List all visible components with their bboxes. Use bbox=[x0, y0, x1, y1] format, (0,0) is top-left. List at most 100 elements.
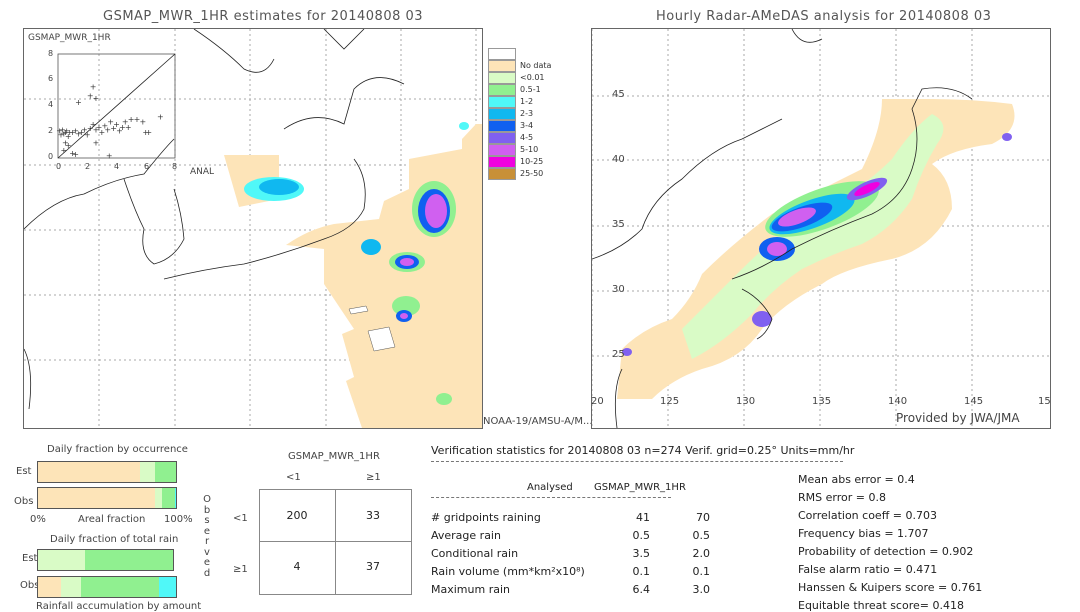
scatter-point: + bbox=[139, 118, 146, 127]
observed-letter: e bbox=[203, 557, 211, 568]
occurrence-obs-label: Obs bbox=[14, 496, 34, 507]
bar-segment bbox=[155, 488, 163, 508]
stat-label: # gridpoints raining bbox=[431, 511, 541, 524]
observed-letter: s bbox=[204, 515, 210, 526]
observed-letter: r bbox=[204, 536, 210, 547]
lat-tick: 35 bbox=[612, 219, 625, 230]
inset-x-tick: 8 bbox=[172, 162, 178, 171]
observed-letter: d bbox=[203, 567, 211, 579]
contingency-col-label: ≥1 bbox=[366, 472, 381, 483]
scatter-point: + bbox=[93, 138, 100, 147]
lon-tick: 145 bbox=[964, 396, 984, 407]
legend-label: 4-5 bbox=[520, 133, 534, 142]
bar-segment bbox=[162, 488, 175, 508]
stat-est: 2.0 bbox=[692, 547, 711, 560]
scatter-point: + bbox=[72, 150, 79, 159]
bar-segment bbox=[38, 550, 86, 570]
contingency-cell: 37 bbox=[366, 560, 380, 573]
legend-swatch bbox=[488, 60, 516, 72]
score-line: Correlation coeff = 0.703 bbox=[798, 509, 937, 522]
stat-label: Maximum rain bbox=[431, 583, 510, 596]
bar-segment bbox=[85, 550, 173, 570]
bar-segment bbox=[159, 577, 176, 597]
legend-label: 0.5-1 bbox=[520, 85, 541, 94]
stat-analysed: 0.1 bbox=[632, 565, 651, 578]
stat-label: Rain volume (mm*km²x10⁸) bbox=[431, 565, 585, 578]
bar-segment bbox=[38, 577, 62, 597]
total-rain-est-label: Est bbox=[22, 553, 38, 564]
inset-y-tick: 6 bbox=[48, 74, 54, 83]
occurrence-axis-left: 0% bbox=[30, 514, 46, 525]
total-rain-footer: Rainfall accumulation by amount bbox=[36, 601, 202, 612]
bar-segment bbox=[38, 488, 156, 508]
legend-label: 5-10 bbox=[520, 145, 539, 154]
score-line: Probability of detection = 0.902 bbox=[798, 545, 974, 558]
left-map-title: GSMAP_MWR_1HR estimates for 20140808 03 bbox=[103, 9, 424, 24]
scatter-point: + bbox=[60, 146, 67, 155]
legend-label: 25-50 bbox=[520, 169, 544, 178]
lat-tick: 40 bbox=[612, 154, 625, 165]
contingency-cell: 33 bbox=[366, 509, 380, 522]
scatter-point: + bbox=[75, 98, 82, 107]
divider bbox=[431, 461, 843, 462]
lat-tick: 30 bbox=[612, 284, 625, 295]
stat-label: Conditional rain bbox=[431, 547, 519, 560]
total-rain-obs-bar bbox=[37, 576, 177, 598]
observed-letter: O bbox=[203, 494, 211, 505]
lon-tick: 130 bbox=[736, 396, 756, 407]
total-rain-est-bar bbox=[37, 549, 174, 571]
occurrence-est-label: Est bbox=[16, 466, 32, 477]
occurrence-axis-right: 100% bbox=[164, 514, 193, 525]
bar-segment bbox=[155, 462, 176, 482]
contingency-header: GSMAP_MWR_1HR bbox=[288, 451, 380, 462]
legend-swatch bbox=[488, 84, 516, 96]
contingency-row-label: ≥1 bbox=[233, 564, 248, 575]
scatter-point: + bbox=[106, 151, 113, 160]
occurrence-axis-mid: Areal fraction bbox=[78, 514, 146, 525]
scatter-point: + bbox=[90, 83, 97, 92]
stat-analysed: 6.4 bbox=[632, 583, 651, 596]
bar-segment bbox=[38, 462, 141, 482]
legend-label: 2-3 bbox=[520, 109, 534, 118]
stat-est: 0.5 bbox=[692, 529, 711, 542]
score-line: RMS error = 0.8 bbox=[798, 491, 886, 504]
right-map bbox=[592, 29, 1050, 428]
legend-swatch bbox=[488, 132, 516, 144]
lon-tick: 140 bbox=[888, 396, 908, 407]
stat-analysed: 0.5 bbox=[632, 529, 651, 542]
lat-tick: 25 bbox=[612, 349, 625, 360]
bar-segment bbox=[80, 577, 160, 597]
bar-segment bbox=[61, 577, 81, 597]
scatter-point: + bbox=[157, 112, 164, 121]
scatter-points: +++++++++++++++++++++++++++++ + ++++++++++… bbox=[56, 83, 164, 161]
contingency-col-label: <1 bbox=[286, 472, 301, 483]
bar-segment bbox=[140, 462, 156, 482]
verification-header: Verification statistics for 20140808 03 … bbox=[431, 444, 855, 457]
legend-swatch bbox=[488, 168, 516, 180]
legend-swatch bbox=[488, 72, 516, 84]
stat-est: 0.1 bbox=[692, 565, 711, 578]
legend-swatch bbox=[488, 120, 516, 132]
radar-credit: Provided by JWA/JMA bbox=[896, 411, 1020, 425]
satellite-label: NOAA-19/AMSU-A/M... bbox=[483, 416, 593, 427]
col-est: GSMAP_MWR_1HR bbox=[594, 482, 686, 493]
stat-label: Average rain bbox=[431, 529, 501, 542]
inset-x-label: ANAL bbox=[190, 167, 215, 177]
col-analysed: Analysed bbox=[527, 482, 573, 493]
inset-x-tick: 0 bbox=[56, 162, 62, 171]
legend-swatch bbox=[488, 96, 516, 108]
stat-analysed: 3.5 bbox=[632, 547, 651, 560]
legend-swatch bbox=[488, 144, 516, 156]
legend-swatch bbox=[488, 108, 516, 120]
stat-analysed: 41 bbox=[636, 511, 650, 524]
right-map-panel bbox=[591, 28, 1051, 429]
score-line: Equitable threat score= 0.418 bbox=[798, 599, 964, 612]
total-rain-title: Daily fraction of total rain bbox=[50, 534, 179, 545]
inset-y-tick: 4 bbox=[48, 100, 54, 109]
observed-label: Observed bbox=[202, 494, 212, 579]
legend-swatch bbox=[488, 48, 516, 60]
contingency-row-label: <1 bbox=[233, 513, 248, 524]
score-line: Mean abs error = 0.4 bbox=[798, 473, 915, 486]
lon-tick: 15 bbox=[1038, 396, 1051, 407]
no-data-swath bbox=[286, 124, 482, 428]
